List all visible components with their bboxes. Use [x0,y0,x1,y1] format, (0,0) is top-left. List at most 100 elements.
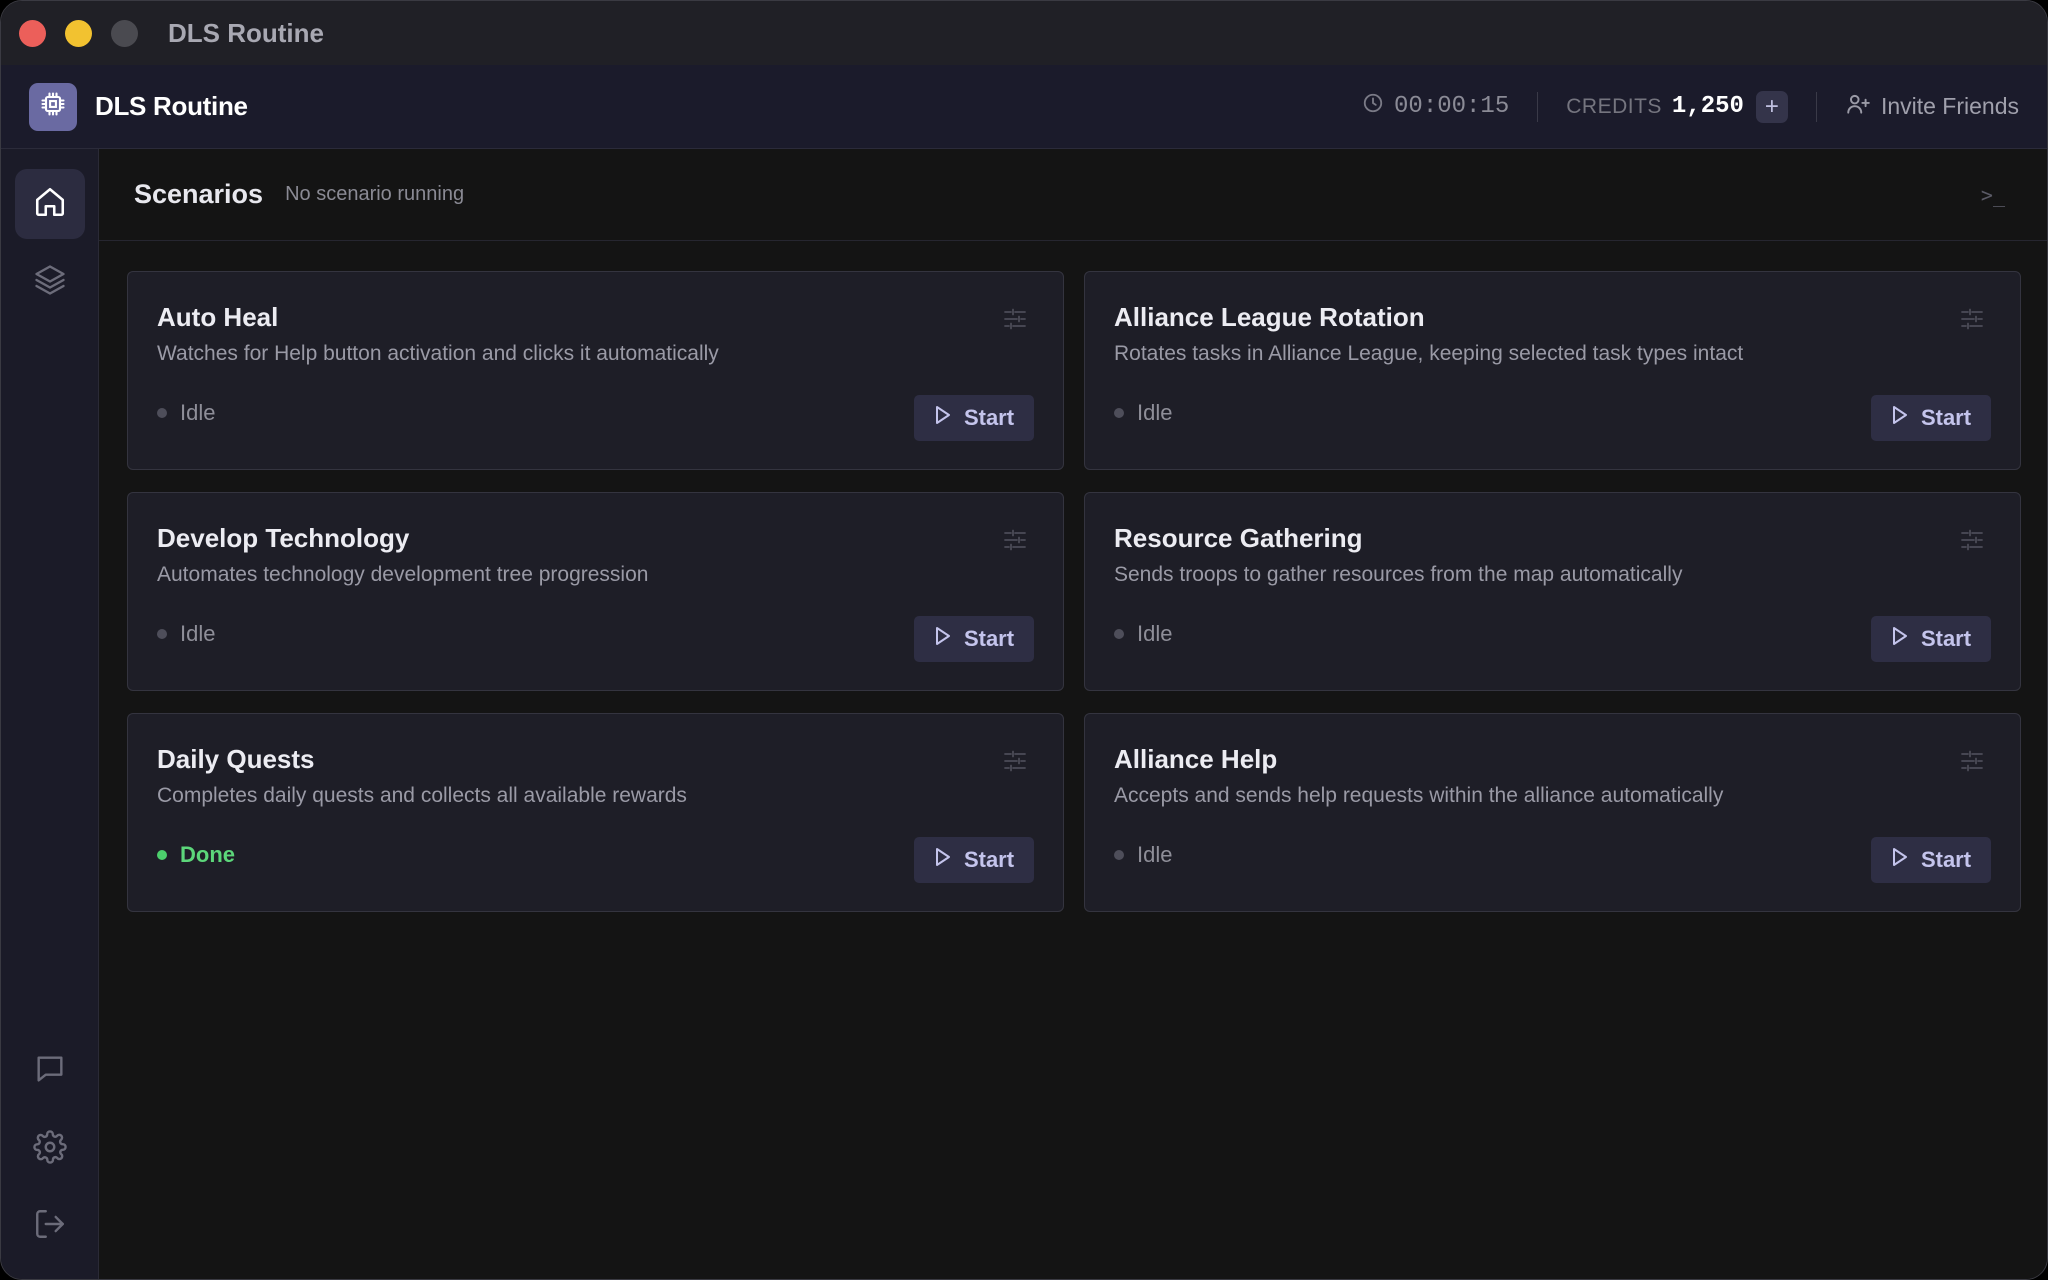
scenario-settings-button[interactable] [1003,750,1027,777]
sidebar-item-home[interactable] [15,169,85,239]
start-button-label: Start [1920,626,1972,651]
scenario-description: Rotates tasks in Alliance League, keepin… [1114,342,1744,365]
app-header: DLS Routine 00:00:15 CREDITS 1,250 + Inv… [1,65,2047,149]
scenario-card: Alliance League Rotation Rotates tasks i… [1084,271,2021,470]
play-icon [1891,626,1909,652]
start-button[interactable]: Start [1871,395,1991,441]
scenario-description: Automates technology development tree pr… [157,563,649,586]
sliders-icon [1960,529,1984,555]
play-icon [934,626,952,652]
scenario-settings-button[interactable] [1003,308,1027,335]
timer-value: 00:00:15 [1394,93,1510,120]
sidebar-item-chat[interactable] [15,1036,85,1106]
status-label: Idle [180,621,216,646]
home-icon [33,185,67,224]
status-dot-icon [157,408,167,418]
play-icon [934,405,952,431]
invite-friends-label: Invite Friends [1880,93,2019,119]
scenario-settings-button[interactable] [1003,529,1027,556]
terminal-icon[interactable]: >_ [1981,183,2005,207]
scenarios-header: Scenarios No scenario running >_ [99,149,2047,241]
scenario-description: Completes daily quests and collects all … [157,784,687,807]
scenario-status: Idle [157,621,215,647]
scenario-settings-button[interactable] [1960,750,1984,777]
scenario-card: Alliance Help Accepts and sends help req… [1084,713,2021,912]
scenario-settings-button[interactable] [1960,308,1984,335]
sidebar-item-logout[interactable] [15,1191,85,1261]
scenario-title: Alliance League Rotation [1114,302,1425,332]
divider [1815,91,1817,122]
start-button[interactable]: Start [914,616,1034,662]
app-logo [29,82,77,131]
status-label: Idle [180,400,216,425]
divider [1537,91,1539,122]
scenario-title: Auto Heal [157,302,279,332]
start-button[interactable]: Start [1871,837,1991,883]
sliders-icon [1003,529,1027,555]
logout-icon [33,1207,67,1246]
credits-label: CREDITS [1566,94,1662,118]
scenario-status: Idle [1114,842,1172,868]
scenario-status: Idle [1114,400,1172,426]
scenario-title: Alliance Help [1114,744,1278,774]
play-icon [1891,847,1909,873]
window-title: DLS Routine [168,17,324,48]
app-name: DLS Routine [95,91,248,121]
status-dot-icon [157,629,167,639]
window-controls [19,19,138,47]
status-dot-icon [157,850,167,860]
status-dot-icon [1114,850,1124,860]
scenario-title: Daily Quests [157,744,315,774]
minimize-window-button[interactable] [65,19,92,47]
start-button[interactable]: Start [914,837,1034,883]
header-right: 00:00:15 CREDITS 1,250 + Invite Friends [1362,90,2019,123]
scenario-status-text: No scenario running [285,183,465,205]
scenario-status: Idle [157,400,215,426]
gear-icon [33,1129,67,1169]
scenario-description: Sends troops to gather resources from th… [1114,563,1683,586]
page-title: Scenarios [134,179,264,209]
play-icon [934,847,952,873]
invite-friends-button[interactable]: Invite Friends [1845,91,2019,123]
sliders-icon [1003,308,1027,334]
session-timer: 00:00:15 [1362,92,1509,122]
layers-icon [32,262,68,303]
start-button[interactable]: Start [914,395,1034,441]
sliders-icon [1960,308,1984,334]
scenario-settings-button[interactable] [1960,529,1984,556]
scenario-card: Daily Quests Completes daily quests and … [127,713,1064,912]
play-icon [1891,405,1909,431]
scenario-description: Watches for Help button activation and c… [157,342,719,365]
status-dot-icon [1114,629,1124,639]
start-button-label: Start [963,626,1015,651]
sidebar-item-layers[interactable] [15,247,85,317]
main-content: Scenarios No scenario running >_ Auto He… [99,149,2047,1279]
chat-icon [33,1052,67,1091]
start-button[interactable]: Start [1871,616,1991,662]
scenario-card: Resource Gathering Sends troops to gathe… [1084,492,2021,691]
chip-icon [39,90,67,123]
sidebar [1,149,99,1279]
scenario-status: Done [157,842,235,868]
scenario-card: Auto Heal Watches for Help button activa… [127,271,1064,470]
sidebar-item-settings[interactable] [15,1114,85,1184]
user-plus-icon [1845,91,1871,123]
plus-icon: + [1764,92,1779,120]
status-dot-icon [1114,408,1124,418]
start-button-label: Start [963,405,1015,430]
start-button-label: Start [1920,405,1972,430]
start-button-label: Start [1920,847,1972,872]
add-credits-button[interactable]: + [1755,90,1788,123]
sliders-icon [1960,750,1984,776]
scenario-status: Idle [1114,621,1172,647]
start-button-label: Start [963,847,1015,872]
zoom-window-button[interactable] [111,19,138,47]
close-window-button[interactable] [19,19,46,47]
scenario-title: Develop Technology [157,523,410,553]
scenario-card: Develop Technology Automates technology … [127,492,1064,691]
sliders-icon [1003,750,1027,776]
credits-value: 1,250 [1671,93,1744,120]
status-label: Done [180,842,235,867]
app-window: DLS Routine DLS Routine 00:00:15 CREDITS… [0,0,2048,1280]
scenario-description: Accepts and sends help requests within t… [1114,784,1724,807]
